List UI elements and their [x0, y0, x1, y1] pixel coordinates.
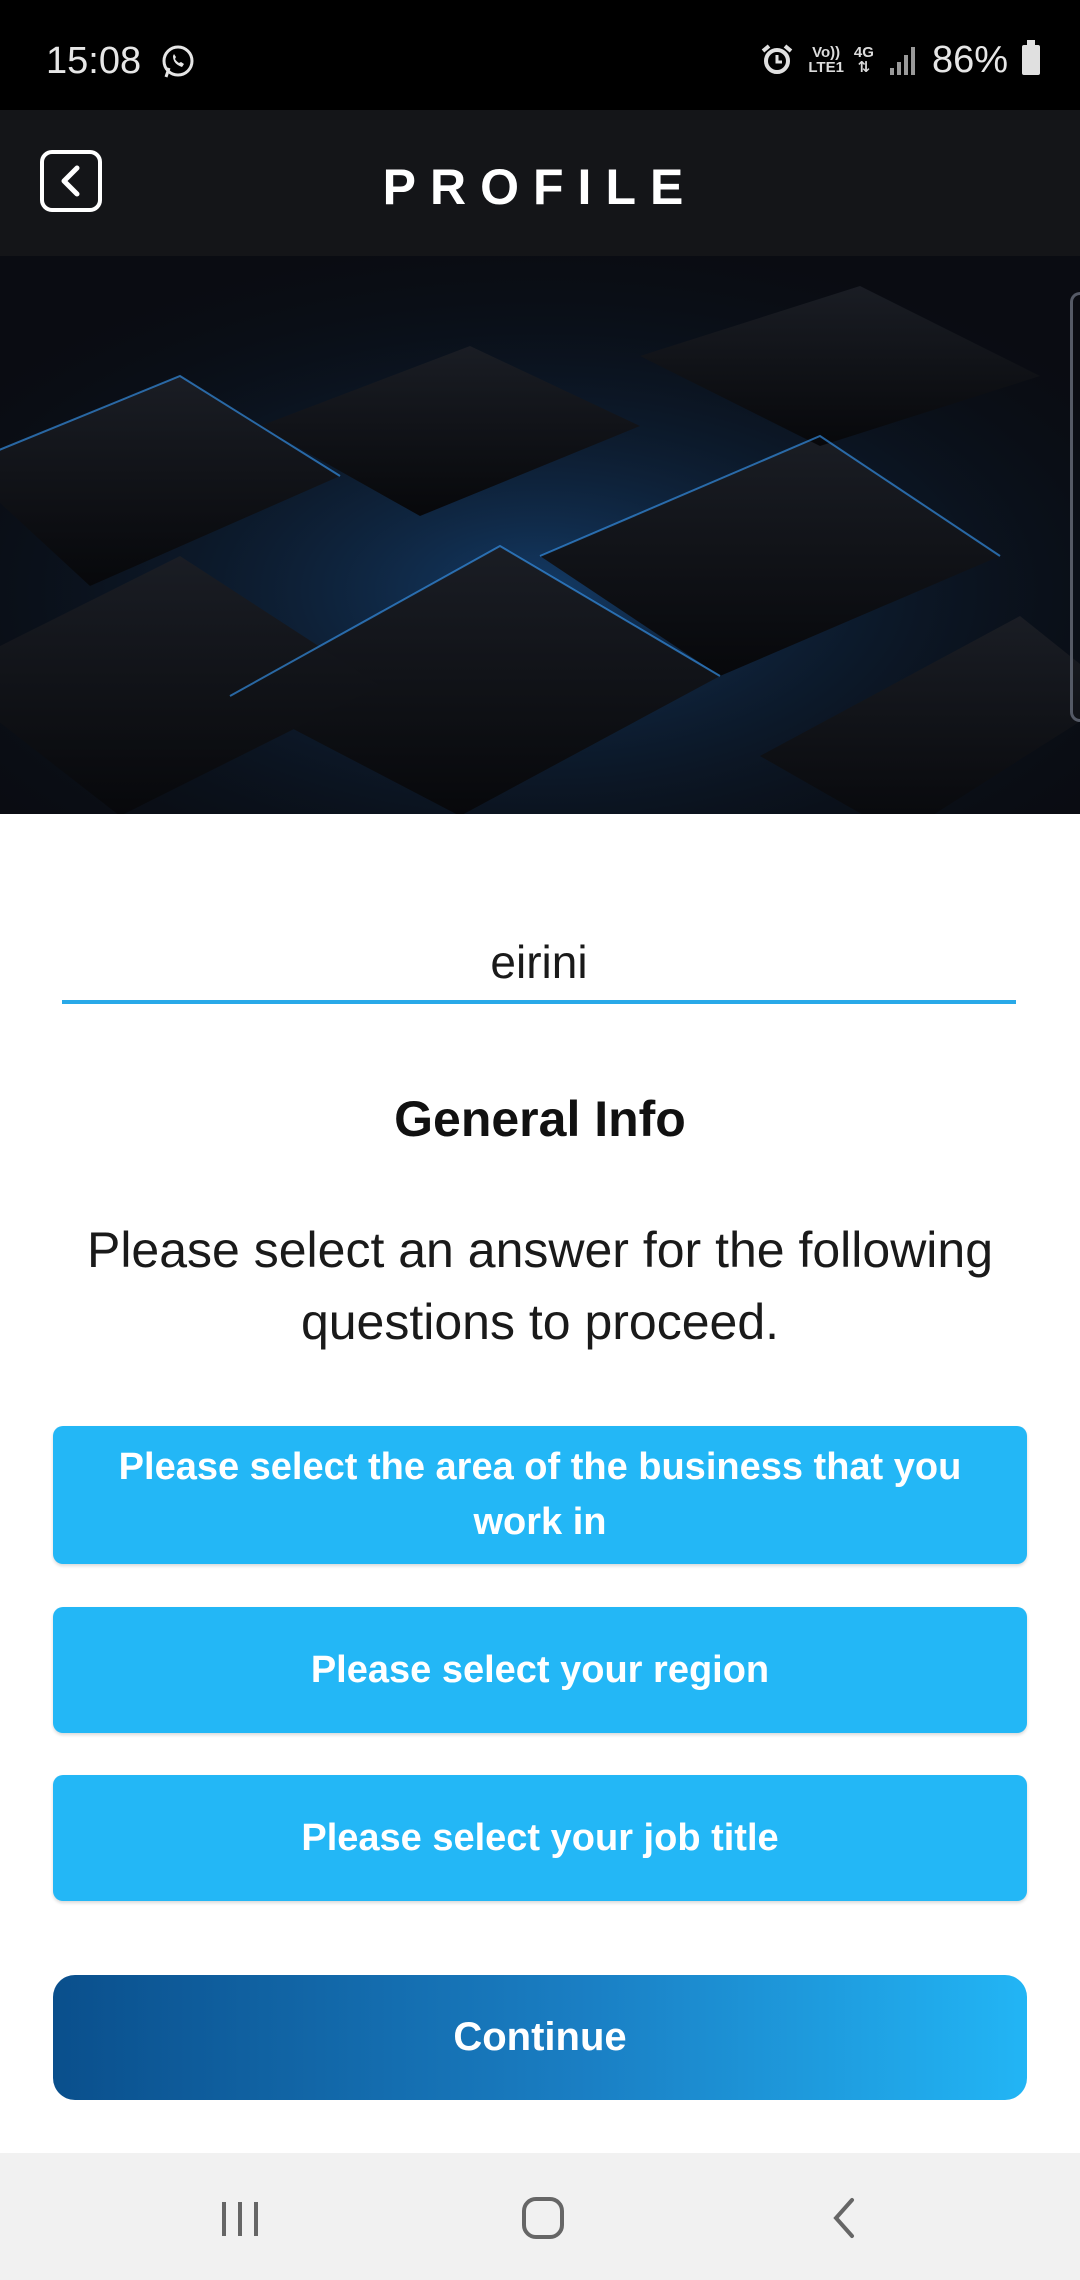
hero-grid-illustration	[0, 256, 1080, 814]
lte-label: LTE1	[808, 59, 844, 76]
volte-label: Vo))	[812, 44, 841, 61]
system-navigation-bar	[0, 2153, 1080, 2280]
page-title: PROFILE	[382, 159, 698, 215]
app-header: PROFILE	[0, 110, 1080, 256]
recent-apps-icon	[222, 2202, 258, 2236]
system-back-icon	[833, 2198, 854, 2238]
battery-icon	[1022, 40, 1040, 75]
home-button[interactable]	[508, 2183, 578, 2253]
region-select-button[interactable]: Please select your region	[53, 1607, 1027, 1733]
section-title: General Info	[394, 1091, 686, 1147]
data-arrows-icon: ⇅	[857, 59, 871, 76]
status-time: 15:08	[46, 40, 142, 82]
username-field[interactable]: eirini	[62, 920, 1016, 1004]
status-bar: 15:08 Vo)) LTE1 4G ⇅ 86%	[0, 0, 1080, 110]
whatsapp-icon	[162, 45, 194, 78]
alarm-icon	[762, 44, 793, 74]
continue-button[interactable]: Continue	[53, 1975, 1027, 2100]
data-type-label: 4G	[853, 44, 874, 61]
network-indicator: Vo)) LTE1 4G ⇅	[808, 45, 874, 75]
job-title-select-button[interactable]: Please select your job title	[53, 1775, 1027, 1901]
recent-apps-button[interactable]	[205, 2183, 275, 2253]
battery-percentage: 86%	[931, 38, 1008, 81]
instructions-text: Please select an answer for the followin…	[86, 1222, 994, 1350]
hero-image	[0, 256, 1080, 814]
status-indicators: Vo)) LTE1 4G ⇅ 86%	[760, 38, 1040, 81]
business-area-select-button[interactable]: Please select the area of the business t…	[53, 1426, 1027, 1564]
side-scroll-handle[interactable]	[1070, 292, 1080, 722]
home-icon	[522, 2197, 564, 2239]
signal-icon	[889, 47, 915, 75]
system-back-button[interactable]	[810, 2183, 880, 2253]
